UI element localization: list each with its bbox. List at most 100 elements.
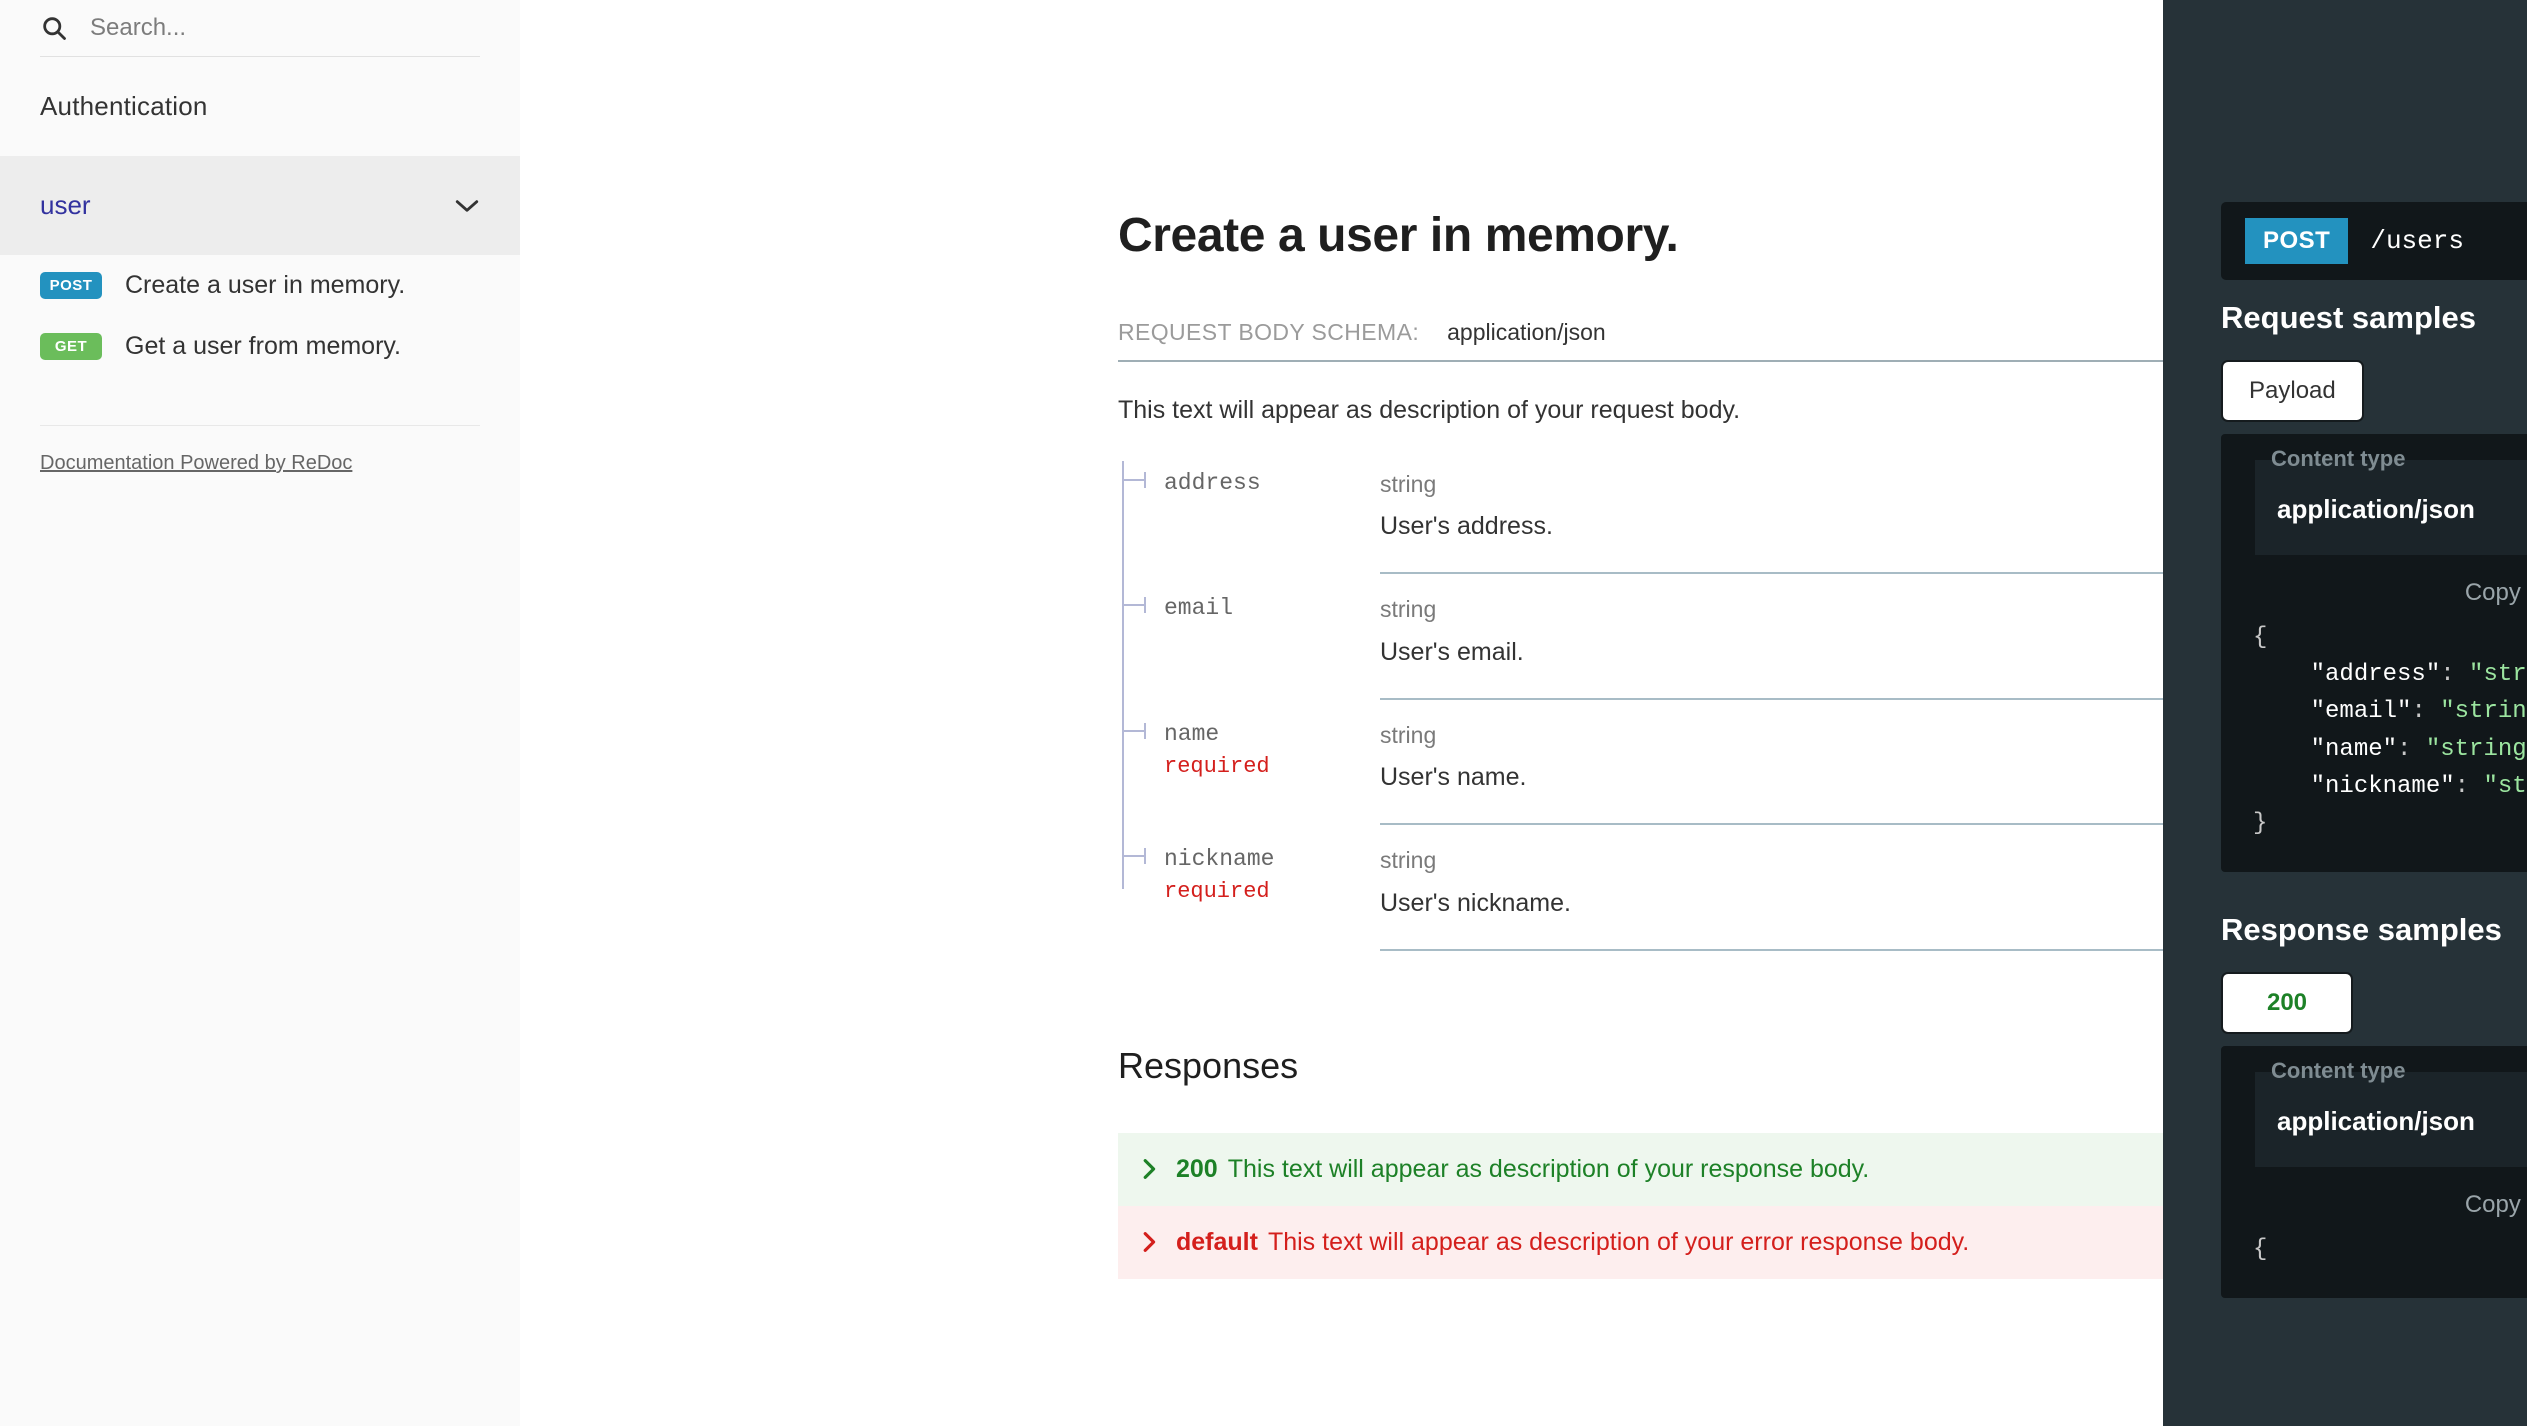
- response-samples-tabs: 200: [2163, 972, 2527, 1035]
- json-brace-open: {: [2253, 624, 2268, 651]
- search-input[interactable]: [90, 14, 470, 42]
- response-description: This text will appear as description of …: [1267, 1227, 1970, 1256]
- response-sample-code: {: [2221, 1227, 2527, 1298]
- request-body-description: This text will appear as description of …: [1118, 395, 1741, 424]
- json-sep: :: [2411, 698, 2441, 726]
- content-type-label: Content type: [2271, 446, 2406, 471]
- property-name: email: [1164, 595, 1234, 622]
- sidebar: Authentication user POST Create a user i…: [0, 0, 520, 1426]
- schema-row-detail-cell: string User's nickname.: [1380, 825, 2163, 951]
- copy-button[interactable]: Copy: [2465, 579, 2521, 607]
- schema-row-email: email string User's email.: [1118, 574, 2163, 700]
- property-required: required: [1164, 753, 1270, 779]
- chevron-right-icon: [1143, 1232, 1156, 1253]
- schema-property-table: address string User's address. email str…: [1118, 449, 2163, 951]
- response-description: This text will appear as description of …: [1227, 1154, 1870, 1183]
- sidebar-item-label: Create a user in memory.: [125, 271, 406, 300]
- request-samples-tabs: Payload: [2163, 360, 2527, 422]
- tree-connector-icon: [1122, 471, 1146, 488]
- method-badge-post: POST: [2245, 218, 2349, 264]
- sidebar-item-authentication[interactable]: Authentication: [0, 57, 520, 156]
- tab-200[interactable]: 200: [2221, 972, 2353, 1035]
- property-type: string: [1380, 721, 1437, 748]
- sidebar-group-label: user: [40, 190, 91, 221]
- code-line: "nickname": "string": [2253, 773, 2527, 800]
- schema-content-type: application/json: [1447, 318, 1606, 345]
- schema-row-name-cell: name required: [1118, 700, 1380, 826]
- schema-row-detail-cell: string User's email.: [1380, 574, 2163, 700]
- json-brace-close: }: [2253, 809, 2268, 837]
- json-key: "nickname": [2310, 772, 2455, 800]
- search-box[interactable]: [0, 0, 480, 56]
- sidebar-item-create-user[interactable]: POST Create a user in memory.: [0, 255, 520, 317]
- search-icon: [43, 17, 66, 40]
- chevron-right-icon: [1143, 1159, 1156, 1180]
- json-sep: :: [2440, 661, 2470, 689]
- sidebar-item-get-user[interactable]: GET Get a user from memory.: [0, 316, 520, 378]
- method-badge-post: POST: [40, 272, 102, 300]
- method-badge-get: GET: [40, 333, 102, 361]
- property-description: User's nickname.: [1380, 888, 1571, 917]
- code-line: "name": "string",: [2253, 736, 2527, 763]
- sidebar-item-label: Authentication: [40, 91, 208, 121]
- content-type-value[interactable]: application/json: [2277, 1106, 2527, 1137]
- powered-by-redoc-link[interactable]: Documentation Powered by ReDoc: [0, 426, 520, 475]
- json-key: "name": [2310, 735, 2398, 763]
- response-code-actions: Copy Expand all Collapse all: [2221, 1167, 2527, 1227]
- tab-payload[interactable]: Payload: [2221, 360, 2364, 422]
- request-sample-code: { "address": "string", "email": "string"…: [2221, 615, 2527, 872]
- tree-connector-icon: [1122, 722, 1146, 739]
- property-name: name: [1164, 720, 1220, 747]
- code-line: "address": "string",: [2253, 661, 2527, 688]
- json-value: "string": [2440, 698, 2527, 726]
- json-key: "email": [2310, 698, 2412, 726]
- copy-button[interactable]: Copy: [2465, 1191, 2521, 1219]
- json-key: "address": [2310, 661, 2441, 689]
- json-sep: :: [2397, 735, 2426, 763]
- schema-row-detail-cell: string User's name.: [1380, 700, 2163, 826]
- response-row-200[interactable]: 200 This text will appear as description…: [1118, 1132, 2163, 1206]
- schema-row-address: address string User's address.: [1118, 449, 2163, 575]
- json-value: "string": [2483, 772, 2527, 800]
- response-code: 200: [1176, 1154, 1218, 1183]
- schema-row-name: name required string User's name.: [1118, 700, 2163, 826]
- response-samples-heading: Response samples: [2221, 912, 2502, 948]
- chevron-down-icon[interactable]: [454, 198, 480, 214]
- request-body-schema-header: REQUEST BODY SCHEMA: application/json: [1118, 319, 2163, 362]
- schema-label: REQUEST BODY SCHEMA:: [1118, 318, 1420, 345]
- endpoint-selector[interactable]: POST /users: [2221, 202, 2527, 280]
- response-row-default[interactable]: default This text will appear as descrip…: [1118, 1205, 2163, 1279]
- content-type-label: Content type: [2271, 1058, 2406, 1084]
- property-description: User's email.: [1380, 637, 1524, 666]
- main-content: Create a user in memory. REQUEST BODY SC…: [520, 0, 2163, 1426]
- sidebar-group-user[interactable]: user: [0, 156, 520, 256]
- code-line: {: [2253, 624, 2267, 651]
- endpoint-path: /users: [2370, 226, 2464, 256]
- property-type: string: [1380, 470, 1437, 497]
- json-sep: :: [2454, 772, 2484, 800]
- code-line: }: [2253, 810, 2267, 837]
- sidebar-item-label: Get a user from memory.: [125, 332, 401, 361]
- property-name: nickname: [1164, 846, 1275, 873]
- request-samples-heading: Request samples: [2221, 300, 2476, 335]
- schema-row-nickname: nickname required string User's nickname…: [1118, 825, 2163, 951]
- schema-row-name-cell: nickname required: [1118, 825, 1380, 951]
- tree-connector-icon: [1122, 848, 1146, 865]
- request-sample-card: Content type application/json Copy Expan…: [2221, 434, 2527, 873]
- response-code: default: [1176, 1227, 1258, 1256]
- json-brace-open: {: [2253, 1236, 2268, 1264]
- responses-heading: Responses: [1118, 1044, 1299, 1086]
- schema-row-detail-cell: string User's address.: [1380, 449, 2163, 575]
- json-value: "string": [2425, 735, 2527, 763]
- response-content-type-box: Content type application/json: [2255, 1058, 2527, 1168]
- tree-connector-icon: [1122, 597, 1146, 614]
- content-type-value[interactable]: application/json: [2277, 494, 2527, 525]
- property-type: string: [1380, 596, 1437, 623]
- response-sample-card: Content type application/json Copy Expan…: [2221, 1046, 2527, 1299]
- schema-row-name-cell: address: [1118, 449, 1380, 575]
- property-type: string: [1380, 847, 1437, 874]
- schema-row-name-cell: email: [1118, 574, 1380, 700]
- request-content-type-box: Content type application/json: [2255, 446, 2527, 555]
- request-code-actions: Copy Expand all Collapse all: [2221, 555, 2527, 615]
- json-value: "string": [2469, 661, 2527, 689]
